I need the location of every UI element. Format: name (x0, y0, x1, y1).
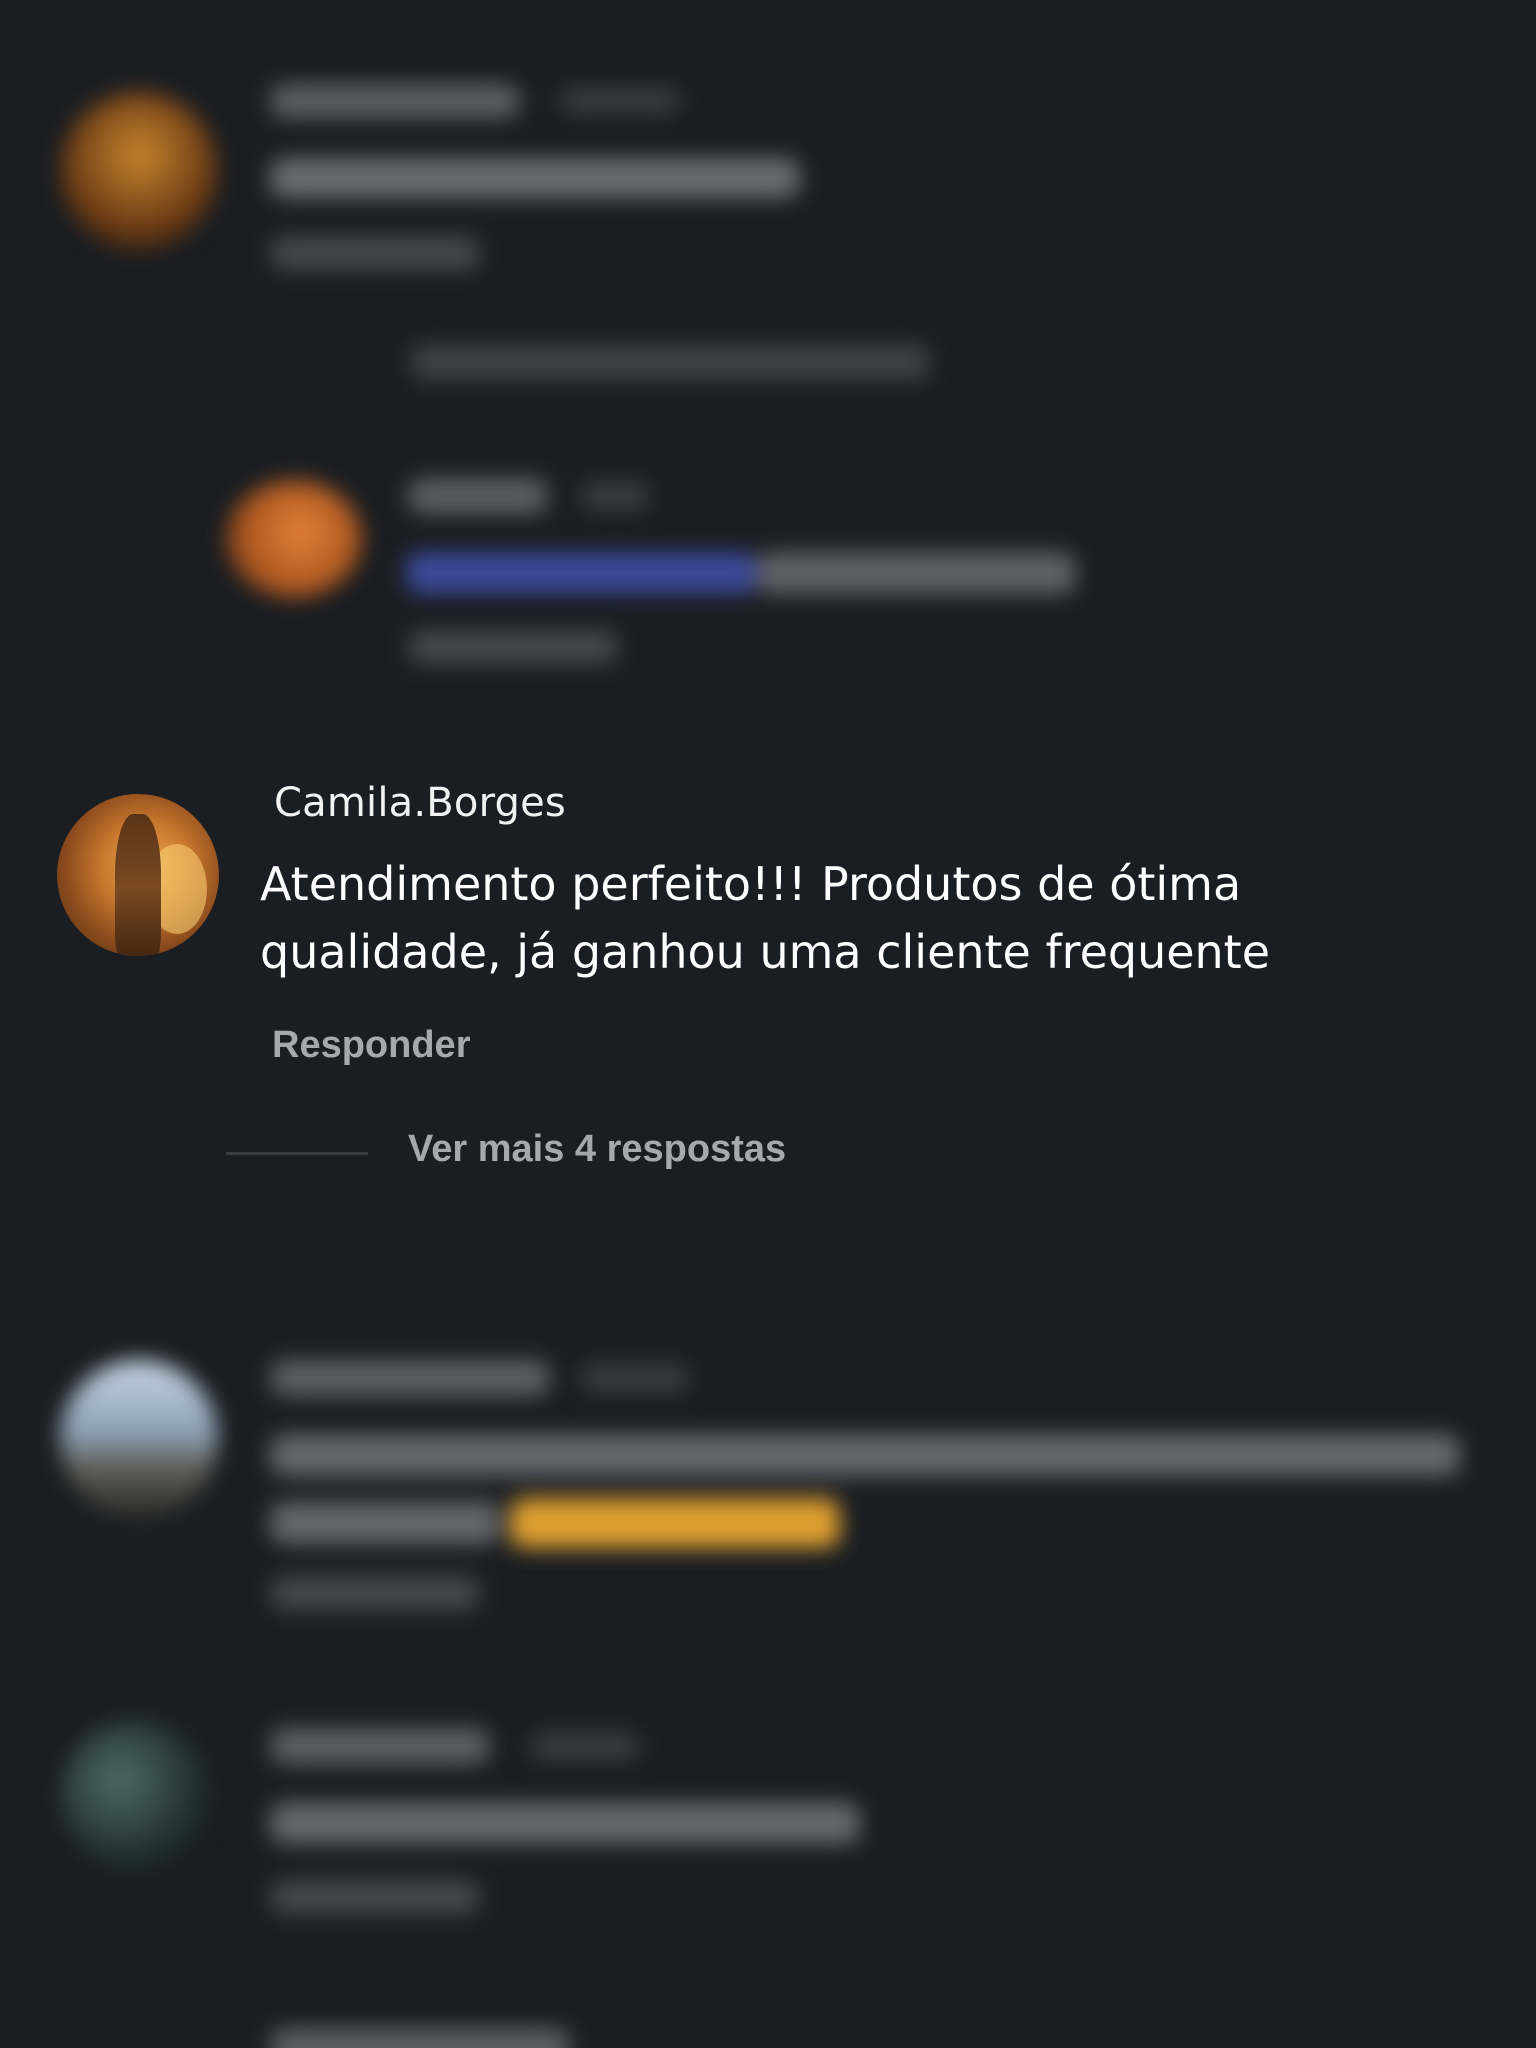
view-more-replies-label[interactable]: Ver mais 4 respostas (408, 1128, 786, 1171)
avatar[interactable] (60, 1360, 218, 1518)
comments-screen: Camila.Borges Atendimento perfeito!!! Pr… (0, 0, 1536, 2048)
comment-item: Camila.Borges Atendimento perfeito!!! Pr… (0, 780, 1536, 1200)
reply-button[interactable]: Responder (272, 1024, 470, 1067)
comment-text-placeholder (270, 158, 800, 198)
reply-button-placeholder[interactable] (270, 236, 480, 270)
blurred-comments-above (0, 0, 1536, 720)
avatar[interactable] (226, 480, 362, 598)
emoji-placeholder (510, 1498, 840, 1548)
avatar[interactable] (60, 1720, 210, 1870)
reply-button-placeholder[interactable] (270, 1576, 480, 1610)
blurred-comments-below (0, 1280, 1536, 2048)
avatar[interactable] (60, 92, 218, 250)
comment-author-placeholder (270, 2028, 570, 2048)
view-replies-placeholder[interactable] (410, 344, 930, 380)
reply-button-placeholder[interactable] (408, 630, 618, 664)
comment-time-placeholder (560, 88, 680, 114)
comment-username[interactable]: Camila.Borges (274, 780, 566, 826)
avatar[interactable] (57, 794, 219, 956)
comment-text-placeholder (270, 1434, 1460, 1476)
comment-text-placeholder (270, 1802, 860, 1844)
reply-button-placeholder[interactable] (270, 1880, 480, 1914)
reply-author-placeholder (408, 478, 548, 514)
comment-text: Atendimento perfeito!!! Produtos de ótim… (260, 857, 1271, 979)
comment-time-placeholder (580, 1364, 690, 1392)
comment-author-placeholder (270, 1360, 550, 1396)
mention-link-placeholder[interactable] (406, 552, 756, 594)
avatar-photo-figure (115, 814, 161, 956)
comment-author-placeholder (270, 84, 520, 118)
comment-time-placeholder (530, 1732, 640, 1760)
replies-divider (226, 1152, 368, 1155)
comment-author-placeholder (270, 1728, 490, 1764)
reply-text-placeholder (756, 552, 1076, 594)
reply-time-placeholder (580, 482, 650, 510)
comment-text-placeholder (270, 1502, 500, 1544)
